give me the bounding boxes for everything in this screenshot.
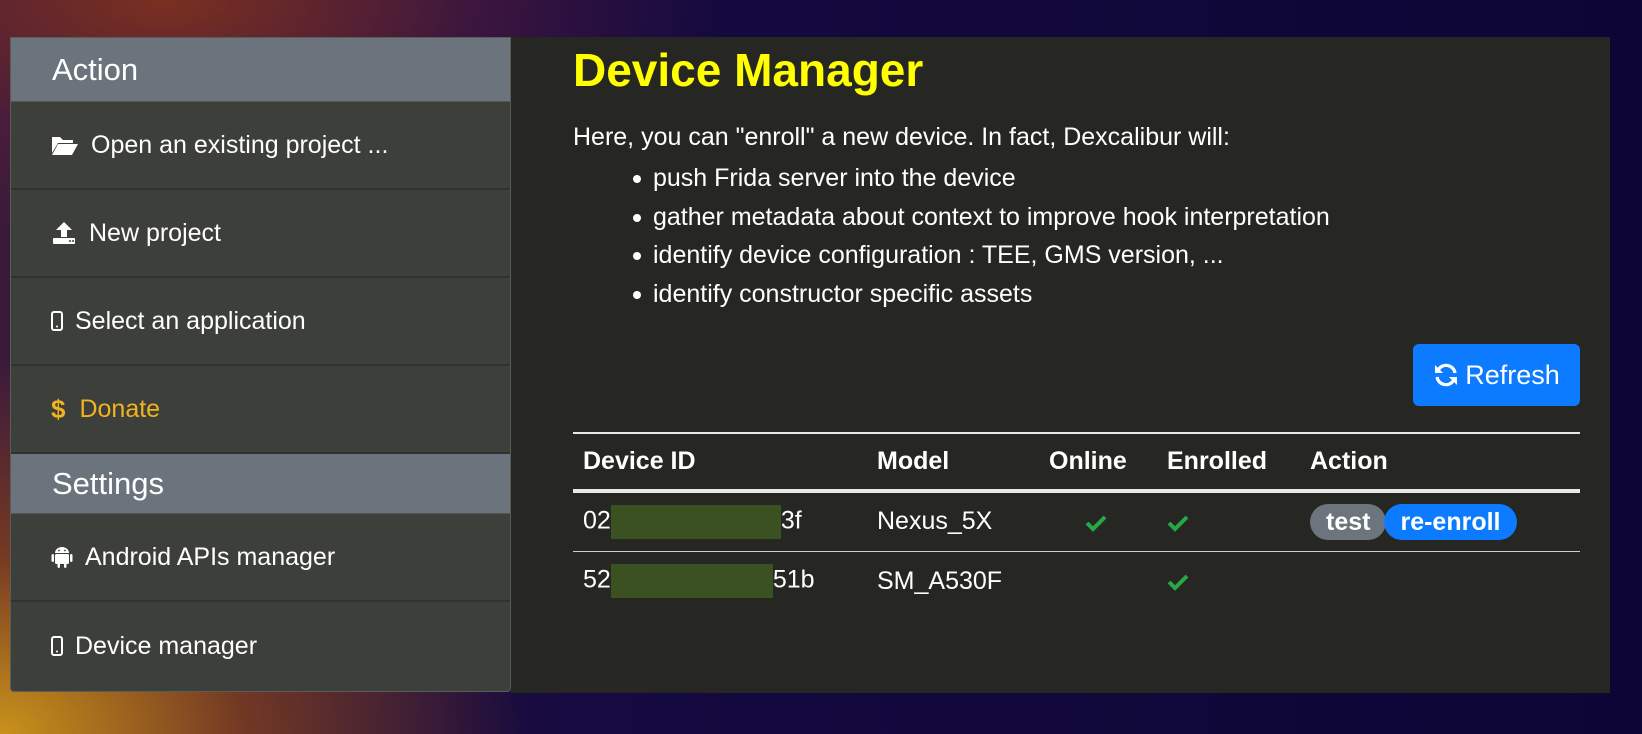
column-header-model: Model <box>867 432 1039 493</box>
sidebar-item-device-manager[interactable]: Device manager <box>11 602 510 690</box>
sidebar-item-android-apis[interactable]: Android APIs manager <box>11 514 510 602</box>
table-header-row: Device ID Model Online Enrolled Action <box>573 432 1580 493</box>
folder-open-icon <box>51 133 79 157</box>
list-item: gather metadata about context to improve… <box>633 198 1330 237</box>
check-icon <box>1167 514 1189 532</box>
model-cell: Nexus_5X <box>867 491 1039 552</box>
column-header-enrolled: Enrolled <box>1157 432 1300 493</box>
check-icon <box>1085 514 1107 532</box>
device-id-cell: 52 51b <box>573 551 867 611</box>
dollar-icon: $ <box>51 393 66 424</box>
feature-list: push Frida server into the device gather… <box>633 159 1330 314</box>
enrolled-cell <box>1157 491 1300 552</box>
re-enroll-button[interactable]: re-enroll <box>1384 503 1517 540</box>
intro-text: Here, you can "enroll" a new device. In … <box>573 123 1230 151</box>
column-header-action: Action <box>1300 432 1580 493</box>
online-cell <box>1039 551 1157 611</box>
table-row: 02 3f Nexus_5X test re-enroll <box>573 491 1580 552</box>
sidebar-section-action: Action <box>11 38 510 102</box>
sidebar-item-select-application[interactable]: Select an application <box>11 278 510 366</box>
mobile-icon <box>51 636 63 656</box>
sidebar-section-settings: Settings <box>11 454 510 514</box>
redacted-block <box>610 504 781 539</box>
sidebar-item-label: Android APIs manager <box>85 542 336 571</box>
sidebar: Action Open an existing project ... New … <box>10 37 511 692</box>
test-button[interactable]: test <box>1310 503 1387 540</box>
android-icon <box>51 545 73 569</box>
sidebar-item-label: Open an existing project ... <box>91 130 389 159</box>
device-id-prefix: 02 <box>583 506 611 535</box>
check-icon <box>1167 573 1189 591</box>
device-id-suffix: 3f <box>780 506 802 535</box>
sidebar-item-open-project[interactable]: Open an existing project ... <box>11 102 510 190</box>
model-cell: SM_A530F <box>877 566 1003 595</box>
list-item: push Frida server into the device <box>633 159 1330 198</box>
sidebar-item-label: Device manager <box>75 631 258 660</box>
list-item: identify device configuration : TEE, GMS… <box>633 236 1330 275</box>
sidebar-item-donate[interactable]: $ Donate <box>11 366 510 454</box>
column-header-online: Online <box>1039 432 1157 493</box>
mobile-icon <box>51 311 63 331</box>
device-id-suffix: 51b <box>772 565 815 594</box>
page-title: Device Manager <box>573 44 924 96</box>
table-row: 52 51b SM_A530F <box>573 551 1580 611</box>
main-panel: Device Manager Here, you can "enroll" a … <box>511 37 1610 693</box>
action-cell <box>1300 551 1580 611</box>
upload-icon <box>51 220 77 246</box>
enrolled-cell <box>1157 551 1300 611</box>
sidebar-item-label: New project <box>89 218 221 247</box>
refresh-button[interactable]: Refresh <box>1413 344 1580 406</box>
action-cell: test re-enroll <box>1300 491 1580 552</box>
online-cell <box>1039 491 1157 552</box>
device-id-cell: 02 3f <box>573 491 867 552</box>
list-item: identify constructor specific assets <box>633 275 1330 314</box>
redacted-block <box>610 564 773 599</box>
sidebar-item-label: Donate <box>79 394 161 423</box>
device-table: Device ID Model Online Enrolled Action 0… <box>573 432 1580 611</box>
refresh-label: Refresh <box>1465 359 1560 390</box>
column-header-device-id: Device ID <box>573 432 867 493</box>
device-id-prefix: 52 <box>583 565 611 594</box>
refresh-icon <box>1433 362 1459 388</box>
sidebar-item-label: Select an application <box>75 306 306 335</box>
sidebar-item-new-project[interactable]: New project <box>11 190 510 278</box>
